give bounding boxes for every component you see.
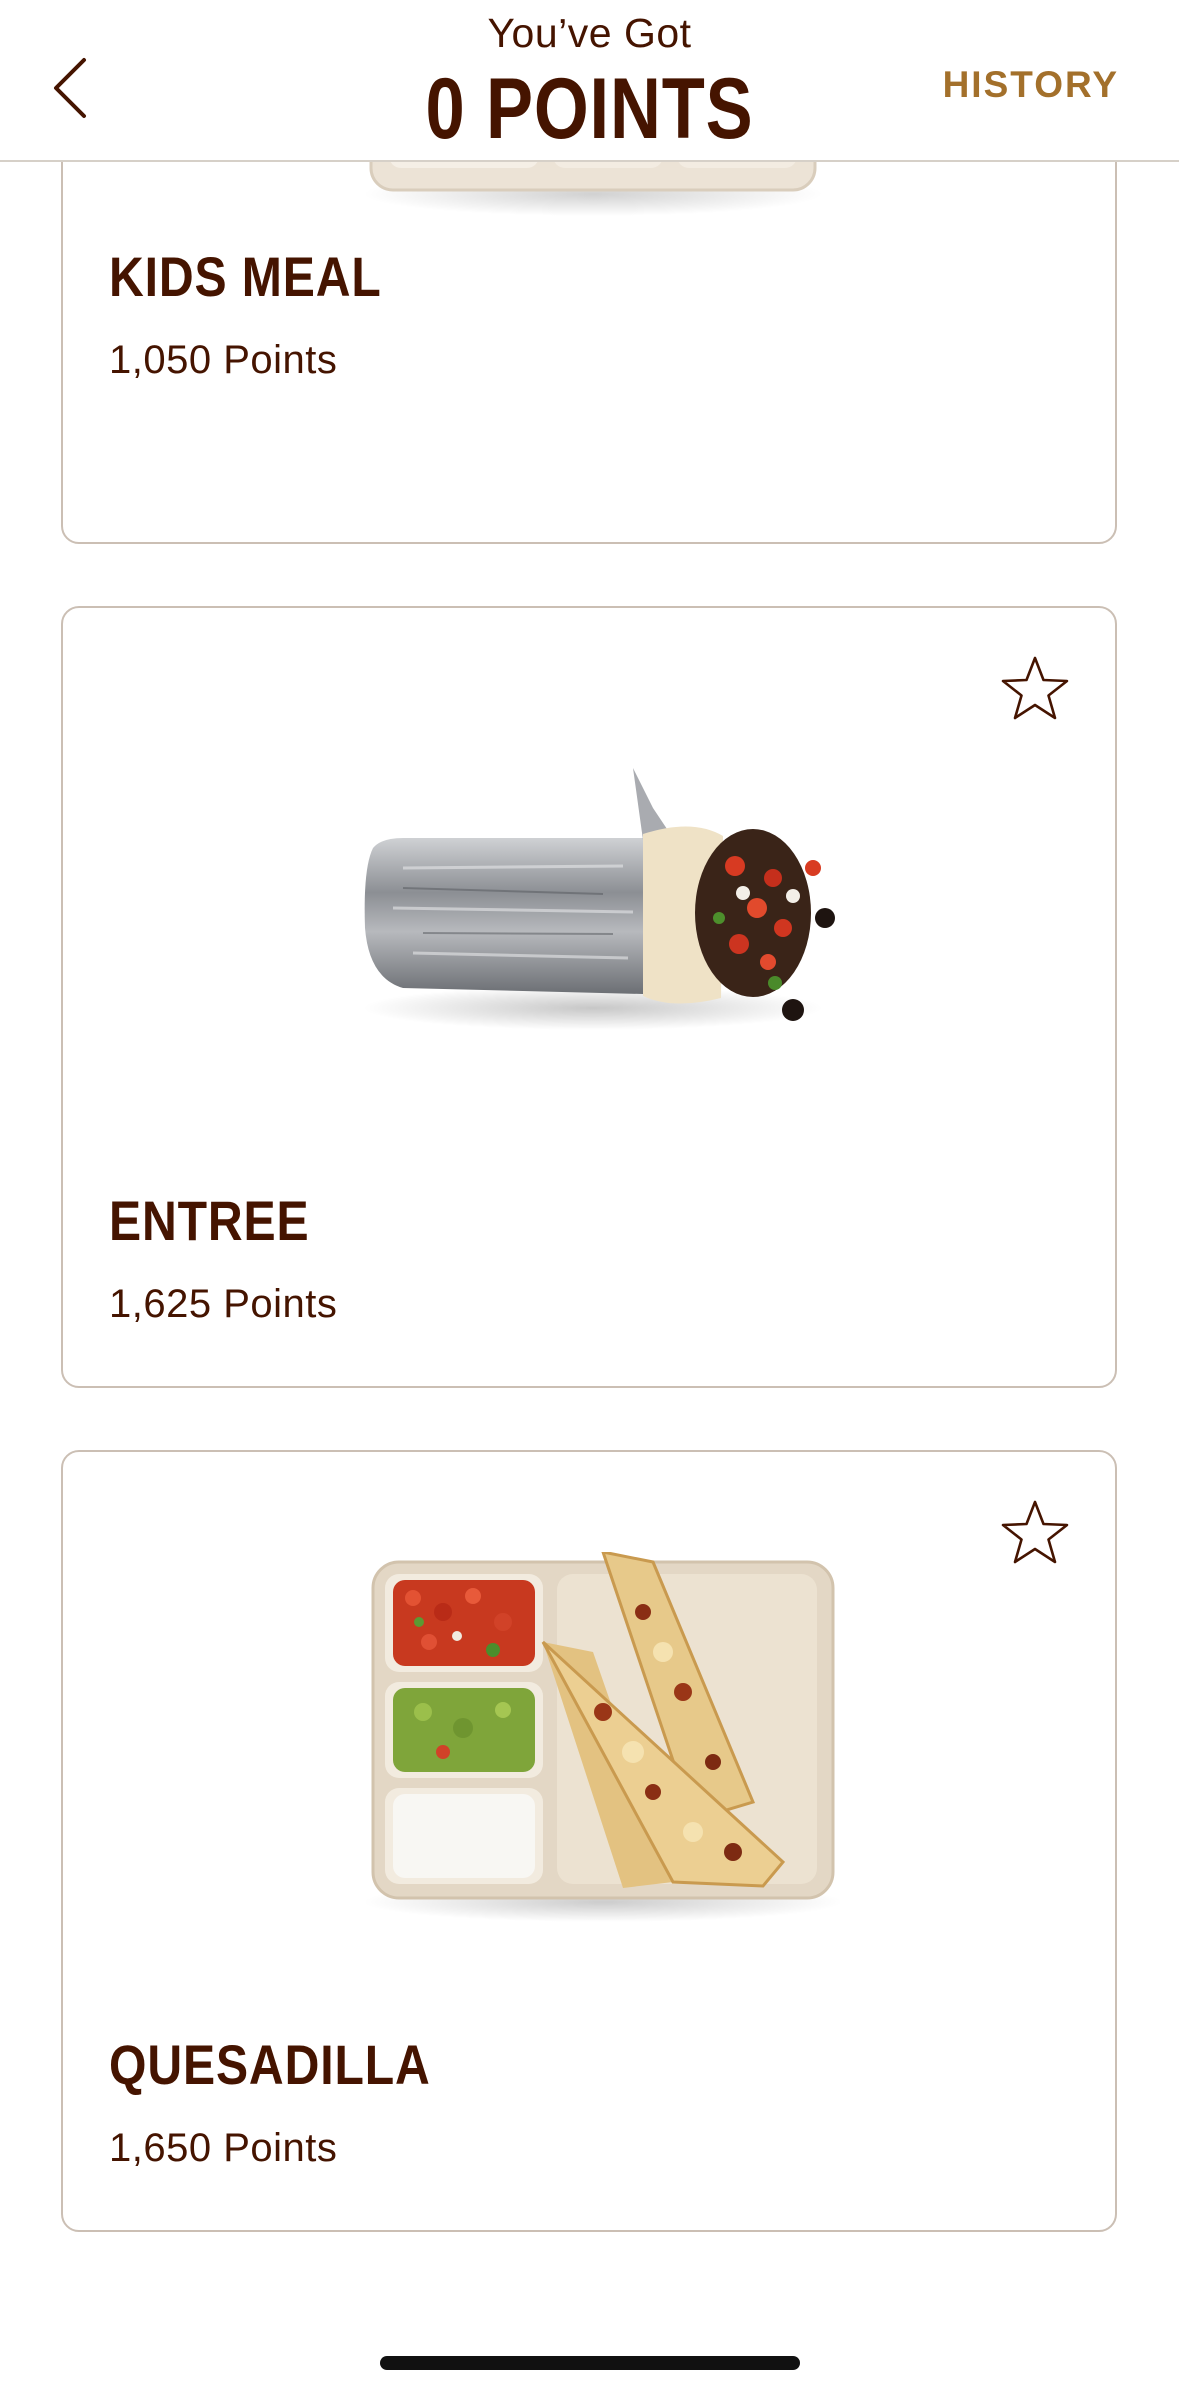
points-balance: 0 POINTS: [425, 61, 754, 157]
reward-card-entree[interactable]: ENTREE 1,625 Points: [61, 606, 1117, 1388]
points-subtitle: You’ve Got: [487, 10, 692, 56]
star-outline-icon[interactable]: [997, 652, 1073, 728]
reward-points: 1,650 Points: [109, 2126, 338, 2170]
home-indicator[interactable]: [380, 2356, 800, 2370]
chevron-left-icon: [54, 58, 86, 118]
reward-title: QUESADILLA: [109, 2033, 431, 2096]
reward-points: 1,050 Points: [109, 338, 338, 382]
rewards-list: KIDS MEAL 1,050 Points ENTREE 1,625 Poin…: [0, 0, 1179, 2396]
reward-points: 1,625 Points: [109, 1282, 338, 1326]
reward-title: KIDS MEAL: [109, 245, 382, 308]
quesadilla-tray-image: [363, 1552, 843, 1922]
star-outline-icon[interactable]: [997, 1496, 1073, 1572]
reward-title: ENTREE: [109, 1189, 310, 1252]
history-button[interactable]: HISTORY: [943, 64, 1119, 106]
points-header: You’ve Got 0 POINTS HISTORY: [0, 0, 1179, 162]
back-button[interactable]: [40, 48, 100, 128]
burrito-image: [363, 768, 835, 1030]
reward-card-quesadilla[interactable]: QUESADILLA 1,650 Points: [61, 1450, 1117, 2232]
